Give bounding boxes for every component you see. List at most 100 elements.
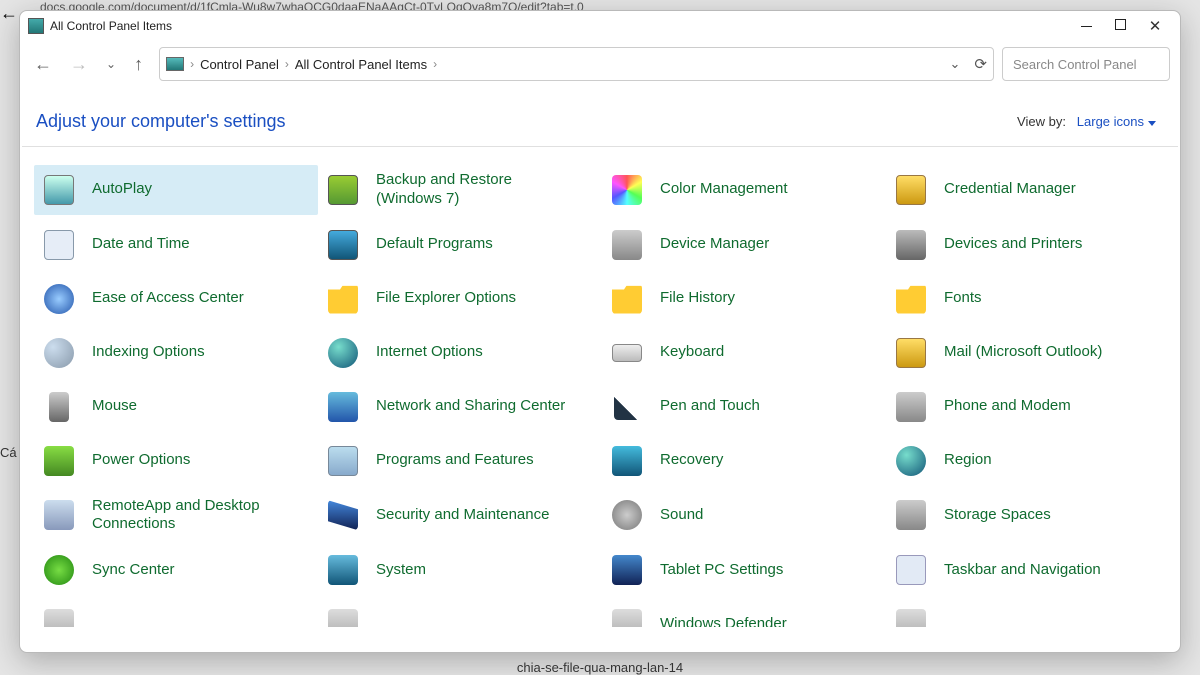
ic-tablet-icon: [610, 553, 644, 587]
ic-history-icon: [610, 282, 644, 316]
control-panel-item[interactable]: File Explorer Options: [318, 275, 602, 323]
minimize-button[interactable]: [1079, 19, 1093, 33]
control-panel-item[interactable]: Fonts: [886, 275, 1170, 323]
ic-device-icon: [610, 228, 644, 262]
control-panel-item[interactable]: Region: [886, 437, 1170, 485]
titlebar: All Control Panel Items ✕: [20, 11, 1180, 41]
item-label: Devices and Printers: [944, 235, 1082, 254]
refresh-icon[interactable]: ⟳: [974, 55, 987, 73]
control-panel-item[interactable]: Windows Defender: [602, 600, 886, 627]
view-by-dropdown[interactable]: Large icons: [1077, 114, 1156, 129]
address-dropdown-icon[interactable]: ⌄: [950, 56, 961, 72]
control-panel-item[interactable]: Mouse: [34, 383, 318, 431]
address-icon: [166, 57, 184, 71]
control-panel-item[interactable]: Keyboard: [602, 329, 886, 377]
control-panel-item[interactable]: Pen and Touch: [602, 383, 886, 431]
ic-backup-icon: [326, 173, 360, 207]
item-label: Taskbar and Navigation: [944, 561, 1101, 580]
item-label: Pen and Touch: [660, 397, 760, 416]
back-button[interactable]: ←: [34, 54, 52, 75]
item-label: Fonts: [944, 289, 982, 308]
control-panel-item[interactable]: Power Options: [34, 437, 318, 485]
ic-remote-icon: [42, 498, 76, 532]
search-input[interactable]: [1013, 57, 1159, 72]
item-label: Sound: [660, 506, 703, 525]
item-label: Color Management: [660, 180, 788, 199]
item-label: Backup and Restore (Windows 7): [376, 171, 576, 209]
item-label: Power Options: [92, 451, 190, 470]
control-panel-item[interactable]: Network and Sharing Center: [318, 383, 602, 431]
control-panel-item[interactable]: Storage Spaces: [886, 491, 1170, 541]
up-button[interactable]: ↑: [134, 54, 143, 75]
item-label: Sync Center: [92, 561, 175, 580]
item-label: Windows Defender: [660, 615, 787, 627]
ic-index-icon: [42, 336, 76, 370]
ic-prog-icon: [326, 444, 360, 478]
control-panel-icon: [28, 18, 44, 34]
item-label: System: [376, 561, 426, 580]
control-panel-item[interactable]: Internet Options: [318, 329, 602, 377]
item-label: Network and Sharing Center: [376, 397, 565, 416]
control-panel-item[interactable]: Devices and Printers: [886, 221, 1170, 269]
ic-power-icon: [42, 444, 76, 478]
control-panel-item[interactable]: Backup and Restore (Windows 7): [318, 165, 602, 215]
control-panel-item[interactable]: Ease of Access Center: [34, 275, 318, 323]
ic-default-icon: [326, 228, 360, 262]
item-label: Tablet PC Settings: [660, 561, 783, 580]
item-label: Phone and Modem: [944, 397, 1071, 416]
control-panel-item[interactable]: RemoteApp and Desktop Connections: [34, 491, 318, 541]
ic-storage-icon: [894, 498, 928, 532]
control-panel-item[interactable]: [318, 600, 602, 627]
address-bar[interactable]: › Control Panel › All Control Panel Item…: [159, 47, 994, 81]
control-panel-item[interactable]: Date and Time: [34, 221, 318, 269]
control-panel-item[interactable]: Sync Center: [34, 546, 318, 594]
control-panel-item[interactable]: Indexing Options: [34, 329, 318, 377]
ic-network-icon: [326, 390, 360, 424]
control-panel-item[interactable]: Credential Manager: [886, 165, 1170, 215]
control-panel-item[interactable]: [34, 600, 318, 627]
control-panel-item[interactable]: Color Management: [602, 165, 886, 215]
window-title: All Control Panel Items: [50, 19, 1079, 33]
ic-windef-icon: [326, 607, 360, 627]
control-panel-item[interactable]: File History: [602, 275, 886, 323]
item-label: Credential Manager: [944, 180, 1076, 199]
close-button[interactable]: ✕: [1148, 19, 1162, 33]
item-label: Internet Options: [376, 343, 483, 362]
items-grid-wrap: AutoPlay Backup and Restore (Windows 7) Co…: [20, 147, 1180, 627]
control-panel-item[interactable]: Programs and Features: [318, 437, 602, 485]
item-label: AutoPlay: [92, 180, 152, 199]
control-panel-item[interactable]: Phone and Modem: [886, 383, 1170, 431]
forward-button[interactable]: →: [70, 54, 88, 75]
footer-text: chia-se-file-qua-mang-lan-14: [517, 660, 683, 675]
control-panel-item[interactable]: Tablet PC Settings: [602, 546, 886, 594]
control-panel-item[interactable]: Security and Maintenance: [318, 491, 602, 541]
control-panel-item[interactable]: Mail (Microsoft Outlook): [886, 329, 1170, 377]
control-panel-item[interactable]: AutoPlay: [34, 165, 318, 215]
crumb-sep-icon: ›: [190, 57, 194, 71]
items-grid: AutoPlay Backup and Restore (Windows 7) Co…: [34, 165, 1170, 627]
item-label: Indexing Options: [92, 343, 205, 362]
ic-cred-icon: [894, 173, 928, 207]
ic-fonts-icon: [894, 282, 928, 316]
control-panel-item[interactable]: System: [318, 546, 602, 594]
breadcrumb-root[interactable]: Control Panel: [200, 57, 279, 72]
ic-keyboard-icon: [610, 336, 644, 370]
ic-mail-icon: [894, 336, 928, 370]
ic-sync-icon: [42, 553, 76, 587]
control-panel-item[interactable]: Taskbar and Navigation: [886, 546, 1170, 594]
control-panel-item[interactable]: Recovery: [602, 437, 886, 485]
recent-dropdown[interactable]: ⌄: [106, 57, 116, 71]
control-panel-item[interactable]: Sound: [602, 491, 886, 541]
search-box[interactable]: [1002, 47, 1170, 81]
maximize-button[interactable]: [1115, 19, 1126, 30]
control-panel-item[interactable]: [886, 600, 1170, 627]
ic-ease-icon: [42, 282, 76, 316]
breadcrumb-current[interactable]: All Control Panel Items: [295, 57, 427, 72]
control-panel-item[interactable]: Default Programs: [318, 221, 602, 269]
ic-windef-icon: [610, 607, 644, 627]
item-label: Region: [944, 451, 992, 470]
item-label: File History: [660, 289, 735, 308]
item-label: File Explorer Options: [376, 289, 516, 308]
control-panel-item[interactable]: Device Manager: [602, 221, 886, 269]
ic-folder-icon: [326, 282, 360, 316]
